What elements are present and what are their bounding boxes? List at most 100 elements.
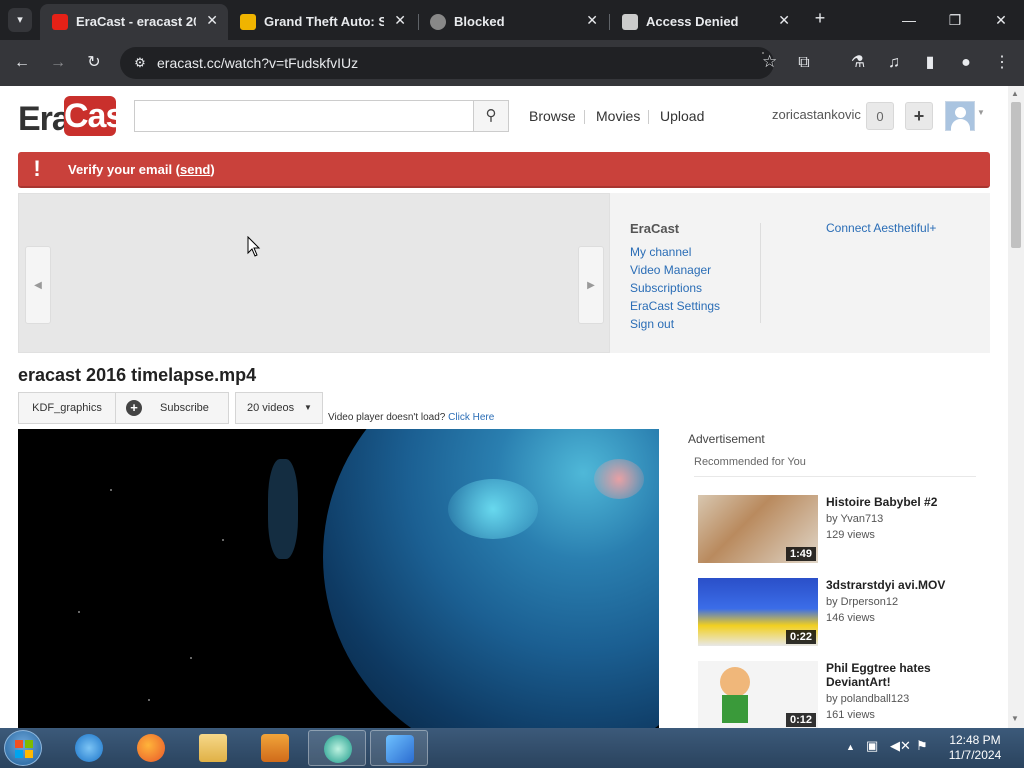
recommended-author[interactable]: by Yvan713 — [826, 513, 883, 525]
video-frame-glow — [594, 459, 644, 499]
recommended-item[interactable]: 1:49 Histoire Babybel #2 by Yvan713 129 … — [698, 495, 978, 565]
minimize-icon[interactable]: — — [897, 8, 921, 32]
video-frame-highlight — [448, 479, 538, 539]
channel-button[interactable]: KDF_graphics — [18, 392, 116, 424]
site-settings-icon[interactable]: ⚙ — [130, 53, 150, 73]
new-tab-button[interactable]: + — [810, 8, 830, 28]
window-close-icon[interactable]: ✕ — [989, 8, 1013, 32]
scroll-down-icon[interactable]: ▼ — [1011, 714, 1019, 723]
connect-aesthetiful-link[interactable]: Connect Aesthetiful+ — [826, 221, 936, 235]
star — [222, 539, 224, 541]
videos-dropdown[interactable]: 20 videos ▼ — [235, 392, 323, 424]
browser-toolbar: ← → ↻ ⚙ eracast.cc/watch?v=tFudskfvIUz ☆… — [0, 40, 1024, 86]
recommended-author[interactable]: by polandball123 — [826, 693, 909, 705]
recommended-author[interactable]: by Drperson12 — [826, 596, 898, 608]
tab-search-button[interactable]: ▾ — [8, 8, 32, 32]
recommended-title[interactable]: Histoire Babybel #2 — [826, 495, 976, 509]
search-button[interactable]: ⚲ — [473, 100, 509, 132]
close-icon[interactable]: ✕ — [586, 12, 598, 29]
add-button[interactable]: + — [905, 102, 933, 130]
chevron-down-icon[interactable]: ▼ — [977, 108, 985, 117]
recommended-views: 146 views — [826, 612, 875, 624]
tab-gta[interactable]: Grand Theft Auto: San ✕ — [228, 4, 416, 40]
forward-icon[interactable]: → — [46, 51, 70, 75]
youtube-favicon-icon — [52, 14, 68, 30]
video-thumbnail[interactable]: 0:22 — [698, 578, 818, 646]
reload-icon[interactable]: ↻ — [82, 51, 106, 75]
guide-panel: EraCast My channel Video Manager Subscri… — [610, 193, 990, 353]
alert-icon: ! — [33, 156, 41, 181]
sign-out-link[interactable]: Sign out — [630, 317, 674, 331]
volume-muted-icon[interactable]: ◀✕ — [890, 738, 911, 754]
extensions-icon[interactable]: ⧉ — [792, 51, 816, 75]
duration-badge: 0:22 — [785, 630, 816, 644]
tab-eracast[interactable]: EraCast - eracast 2016 ✕ — [40, 4, 228, 40]
mouse-cursor-icon — [247, 236, 261, 257]
nav-browse[interactable]: Browse — [529, 108, 576, 124]
chrome-button[interactable] — [308, 730, 366, 766]
video-thumbnail[interactable]: 1:49 — [698, 495, 818, 563]
media-player-button[interactable] — [246, 730, 304, 766]
close-icon[interactable]: ✕ — [206, 12, 218, 29]
network-app-button[interactable] — [370, 730, 428, 766]
recommended-title[interactable]: Phil Eggtree hates DeviantArt! — [826, 661, 976, 689]
avatar[interactable] — [945, 101, 975, 131]
click-here-link[interactable]: Click Here — [448, 412, 494, 423]
page-content: Era Cast ⚲ Browse Movies Upload zoricast… — [0, 86, 1008, 728]
bookmark-star-icon[interactable]: ☆ — [762, 52, 777, 71]
chevron-down-icon: ▼ — [304, 403, 312, 412]
carousel-prev-button[interactable]: ◀ — [25, 246, 51, 324]
action-center-flag-icon[interactable]: ⚑ — [916, 738, 928, 754]
close-icon[interactable]: ✕ — [394, 12, 406, 29]
carousel-next-button[interactable]: ▶ — [578, 246, 604, 324]
labs-flask-icon[interactable]: ⚗ — [846, 51, 870, 75]
file-explorer-button[interactable] — [184, 730, 242, 766]
recommended-title[interactable]: 3dstrarstdyi avi.MOV — [826, 578, 976, 592]
recommended-views: 161 views — [826, 709, 875, 721]
internet-explorer-button[interactable] — [60, 730, 118, 766]
menu-kebab-icon[interactable]: ⋮ — [990, 51, 1014, 75]
nav-movies[interactable]: Movies — [596, 108, 640, 124]
tab-blocked[interactable]: Blocked ✕ — [418, 4, 608, 40]
ie-icon — [75, 734, 103, 762]
clock-date: 11/7/2024 — [948, 748, 1002, 762]
video-title: eracast 2016 timelapse.mp4 — [18, 365, 257, 385]
side-panel-icon[interactable]: ▮ — [918, 51, 942, 75]
video-thumbnail[interactable]: 0:12 — [698, 661, 818, 728]
eracast-settings-link[interactable]: EraCast Settings — [630, 299, 720, 313]
address-bar[interactable]: ⚙ eracast.cc/watch?v=tFudskfvIUz ☆ — [120, 47, 777, 79]
nav-separator — [648, 110, 649, 124]
firefox-button[interactable] — [122, 730, 180, 766]
system-clock[interactable]: 12:48 PM 11/7/2024 — [940, 733, 1010, 763]
character-head — [720, 667, 750, 697]
start-button[interactable] — [4, 730, 42, 766]
recommended-item[interactable]: 0:12 Phil Eggtree hates DeviantArt! by p… — [698, 661, 978, 728]
tab-access-denied[interactable]: Access Denied ✕ — [610, 4, 800, 40]
scrollbar-thumb[interactable] — [1011, 102, 1021, 248]
notification-count-badge[interactable]: 0 — [866, 102, 894, 130]
nav-upload[interactable]: Upload — [660, 108, 704, 124]
tab-title: Blocked — [454, 14, 505, 29]
player-note: Video player doesn't load? Click Here — [328, 412, 495, 423]
recommended-views: 129 views — [826, 529, 875, 541]
profile-icon[interactable]: ● — [954, 51, 978, 75]
subscriptions-link[interactable]: Subscriptions — [630, 281, 702, 295]
recommended-item[interactable]: 0:22 3dstrarstdyi avi.MOV by Drperson12 … — [698, 578, 978, 648]
send-verification-link[interactable]: send — [180, 162, 210, 177]
url-text[interactable]: eracast.cc/watch?v=tFudskfvIUz — [157, 55, 358, 71]
restore-icon[interactable]: ❐ — [943, 8, 967, 32]
my-channel-link[interactable]: My channel — [630, 245, 691, 259]
scroll-up-icon[interactable]: ▲ — [1011, 89, 1019, 98]
video-manager-link[interactable]: Video Manager — [630, 263, 711, 277]
video-player[interactable] — [18, 429, 659, 728]
show-hidden-icons-icon[interactable]: ▲ — [846, 742, 855, 752]
logo-cast: Cast — [64, 96, 135, 136]
username-link[interactable]: zoricastankovic — [772, 107, 861, 122]
network-tray-icon[interactable]: ▣ — [866, 738, 878, 754]
search-input[interactable] — [134, 100, 474, 132]
subscribe-button[interactable]: + Subscribe — [115, 392, 229, 424]
page-scrollbar[interactable]: ▲ ▼ — [1008, 86, 1024, 728]
media-control-icon[interactable]: ♫ — [882, 51, 906, 75]
close-icon[interactable]: ✕ — [778, 12, 790, 29]
back-icon[interactable]: ← — [10, 51, 34, 75]
